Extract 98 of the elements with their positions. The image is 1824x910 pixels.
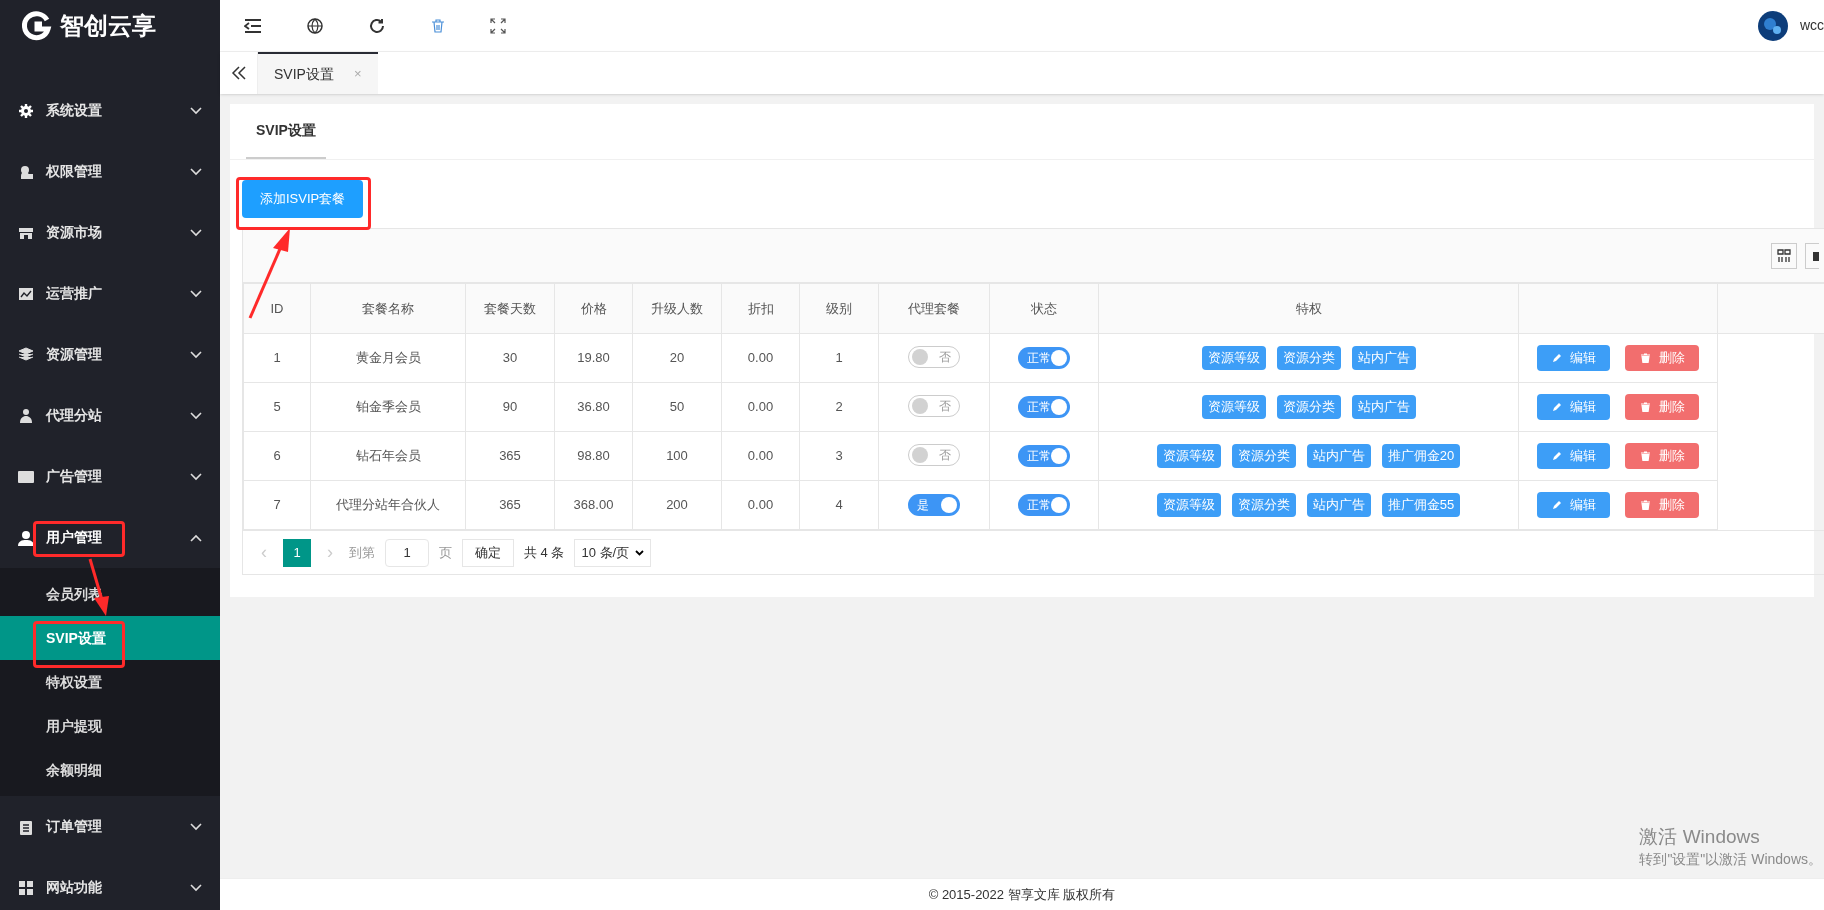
column-header: 套餐天数 [465, 283, 555, 334]
page-unit-label: 页 [439, 543, 452, 562]
sidebar-item[interactable]: 资源管理 [0, 324, 220, 385]
sidebar-item[interactable]: 代理分站 [0, 385, 220, 446]
privilege-tag: 资源等级 [1156, 493, 1221, 517]
confirm-button[interactable]: 确定 [462, 538, 514, 567]
column-header: 价格 [554, 283, 633, 334]
edit-button[interactable]: 编辑 [1537, 492, 1610, 518]
table-cell: 0.00 [721, 480, 800, 530]
table-cell: 200 [632, 480, 722, 530]
toggle-switch[interactable]: 正常 [1018, 396, 1070, 418]
tab[interactable]: SVIP设置 × [258, 52, 378, 94]
table-cell: 铂金季会员 [310, 382, 466, 432]
table-cell: 钻石年会员 [310, 431, 466, 481]
table-cell: 100 [632, 431, 722, 481]
column-header: 折扣 [721, 283, 800, 334]
table-cell: 36.80 [554, 382, 633, 432]
table-cell: 90 [465, 382, 555, 432]
privilege-tag: 推广佣金55 [1381, 493, 1461, 517]
close-icon[interactable]: × [353, 64, 362, 84]
user-name[interactable]: wcc [1799, 15, 1824, 36]
column-header: 升级人数 [632, 283, 722, 334]
toggle-switch[interactable]: 正常 [1018, 494, 1070, 516]
toggle-switch[interactable]: 否 [908, 443, 960, 466]
table-cell: 0.00 [721, 333, 800, 383]
table-cell: 7 [243, 480, 311, 530]
delete-button[interactable]: 删除 [1625, 394, 1699, 420]
table-cell: 0.00 [721, 431, 800, 481]
column-header: 特权 [1098, 283, 1519, 334]
submenu-item[interactable]: 余额明细 [0, 748, 220, 792]
total-count: 共 4 条 [524, 543, 565, 562]
edit-button[interactable]: 编辑 [1537, 345, 1610, 371]
sidebar-item[interactable]: 资源市场 [0, 202, 220, 263]
copyright-text: © 2015-2022 智享文库 版权所有 [928, 885, 1116, 904]
privilege-tag: 推广佣金20 [1381, 444, 1461, 468]
table-cell: 1 [243, 333, 311, 383]
table-cell: 2 [799, 382, 879, 432]
privilege-tag: 资源等级 [1156, 444, 1221, 468]
table-cell: 代理分站年合伙人 [310, 480, 466, 530]
table-cell: 98.80 [554, 431, 633, 481]
column-header: 状态 [989, 283, 1099, 334]
privilege-tag: 资源等级 [1201, 395, 1266, 419]
delete-button[interactable]: 删除 [1625, 443, 1699, 469]
sidebar-item[interactable]: 权限管理 [0, 141, 220, 202]
toggle-switch[interactable]: 是 [908, 494, 960, 516]
add-button[interactable]: 添加ISVIP套餐 [242, 180, 364, 218]
sidebar-item[interactable]: 订单管理 [0, 796, 220, 857]
privilege-tag: 资源等级 [1201, 346, 1266, 370]
page-size-select[interactable]: 10 条/页 [574, 538, 652, 567]
privilege-tag: 资源分类 [1276, 346, 1341, 370]
table-cell: 19.80 [554, 333, 633, 383]
toggle-switch[interactable]: 正常 [1018, 445, 1070, 467]
activation-subtitle: 转到"设置"以激活 Windows。 [1639, 850, 1822, 869]
page-input[interactable]: 1 [385, 538, 429, 567]
activation-title: 激活 Windows [1639, 825, 1761, 849]
delete-button[interactable]: 删除 [1625, 492, 1699, 518]
table-cell: 黄金月会员 [310, 333, 466, 383]
table-cell: 20 [632, 333, 722, 383]
table-cell: 5 [243, 382, 311, 432]
sidebar-item[interactable]: 广告管理 [0, 446, 220, 507]
submenu-item[interactable]: 用户提现 [0, 704, 220, 748]
toggle-switch[interactable]: 否 [908, 394, 960, 417]
table-cell: 368.00 [554, 480, 633, 530]
column-header: 代理套餐 [878, 283, 990, 334]
column-header: 级别 [799, 283, 879, 334]
panel-tab[interactable]: SVIP设置 [246, 103, 326, 159]
table-cell: 6 [243, 431, 311, 481]
sidebar-item[interactable]: 网站功能 [0, 857, 220, 910]
table-cell: 0.00 [721, 382, 800, 432]
privilege-tag: 资源分类 [1231, 444, 1296, 468]
edit-button[interactable]: 编辑 [1537, 394, 1610, 420]
table-cell: 365 [465, 431, 555, 481]
table-cell: 3 [799, 431, 879, 481]
table-cell: 365 [465, 480, 555, 530]
sidebar-item[interactable]: 运营推广 [0, 263, 220, 324]
submenu-item[interactable]: SVIP设置 [0, 616, 220, 660]
submenu-item[interactable]: 特权设置 [0, 660, 220, 704]
edit-button[interactable]: 编辑 [1537, 443, 1610, 469]
delete-button[interactable]: 删除 [1625, 345, 1699, 371]
sidebar-item[interactable]: 系统设置 [0, 80, 220, 141]
privilege-tag: 站内广告 [1306, 444, 1371, 468]
column-header: ID [243, 283, 311, 334]
toggle-switch[interactable]: 否 [908, 345, 960, 368]
table-cell: 4 [799, 480, 879, 530]
privilege-tag: 资源分类 [1231, 493, 1296, 517]
page-button[interactable]: 1 [283, 538, 311, 567]
table-cell: 1 [799, 333, 879, 383]
privilege-tag: 站内广告 [1351, 395, 1416, 419]
logo-text: 智创云享 [60, 11, 156, 41]
column-header: 套餐名称 [310, 283, 466, 334]
goto-label: 到第 [349, 543, 375, 562]
toggle-switch[interactable]: 正常 [1018, 347, 1070, 369]
table-cell: 50 [632, 382, 722, 432]
privilege-tag: 站内广告 [1351, 346, 1416, 370]
sidebar-item[interactable]: 用户管理 [0, 507, 220, 568]
table-cell: 30 [465, 333, 555, 383]
privilege-tag: 资源分类 [1276, 395, 1341, 419]
privilege-tag: 站内广告 [1306, 493, 1371, 517]
